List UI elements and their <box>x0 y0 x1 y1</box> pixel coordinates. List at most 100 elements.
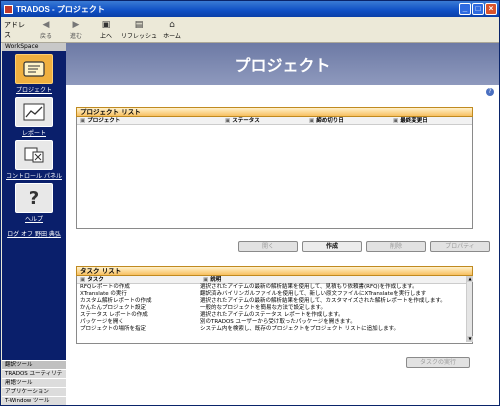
back-label: 戻る <box>39 32 52 40</box>
maximize-button[interactable]: □ <box>472 3 484 15</box>
task-description: 選択されたアイテムの最新の解析結果を使用して、見積もり依頼書(RFQ)を作成しま… <box>200 284 418 290</box>
column-label: 最終変更日 <box>400 118 428 124</box>
task-row[interactable]: RFQレポートの作成 選択されたアイテムの最新の解析結果を使用して、見積もり依頼書… <box>77 284 472 291</box>
project-icon <box>15 54 53 84</box>
column-header-last-modified[interactable]: ▣ 最終変更日 <box>390 117 472 124</box>
column-label: プロジェクト <box>87 118 121 124</box>
tab-t-window-tools[interactable]: T-Window ツール <box>2 396 66 405</box>
task-description: システム内を検索し、既存のプロジェクトをプロジェクト リストに追加します。 <box>200 326 400 332</box>
task-name: ステータス レポートの作成 <box>80 312 148 318</box>
task-name: XTranslate の実行 <box>80 291 127 297</box>
project-list-panel: プロジェクト リスト ▣ プロジェクト ▣ ステータス ▣ 締め切り日 ▣ 最終変更日 <box>76 107 473 229</box>
forward-arrow-icon: ▶ <box>72 19 80 30</box>
control-panel-icon <box>15 140 53 170</box>
task-description: 翻訳済みバイリンガルファイルを使用して、新しい原文ファイルにXTranslate… <box>200 291 427 297</box>
task-list-scrollbar[interactable]: ▲ ▼ <box>466 276 473 342</box>
properties-button[interactable]: プロパティ <box>430 241 490 252</box>
task-description: 一般的なプロジェクトを簡易な方法で設定します。 <box>200 305 326 311</box>
column-header-description[interactable]: ▣ 説明 <box>200 276 472 283</box>
open-button[interactable]: 開く <box>238 241 298 252</box>
create-button[interactable]: 作成 <box>302 241 362 252</box>
sidebar-item-label: レポート <box>21 130 46 137</box>
up-label: 上へ <box>99 32 112 40</box>
project-list-header: ▣ プロジェクト ▣ ステータス ▣ 締め切り日 ▣ 最終変更日 <box>77 117 472 125</box>
task-description: 選択されたアイテムの最新の解析結果を使用して、カスタマイズされた解析レポートを作… <box>200 298 446 304</box>
tab-applications[interactable]: アプリケーション <box>2 387 66 396</box>
task-list-body: ▣ タスク ▣ 説明 RFQレポートの作成選択されたアイテムの最新の解析結果を使用し… <box>76 276 473 344</box>
refresh-icon: ▤ <box>134 19 144 30</box>
back-arrow-icon: ◀ <box>42 19 50 30</box>
scroll-up-icon[interactable]: ▲ <box>467 276 473 282</box>
logout-link[interactable]: ログ オフ 野田 典弘 <box>2 229 66 238</box>
title-bar: TRADOS - プロジェクト _ □ × <box>1 1 499 17</box>
project-list-body: ▣ プロジェクト ▣ ステータス ▣ 締め切り日 ▣ 最終変更日 <box>76 117 473 229</box>
column-label: 締め切り日 <box>316 118 344 124</box>
project-buttons: 開く 作成 削除 プロパティ <box>238 241 490 252</box>
home-button[interactable]: ⌂ ホーム <box>157 18 187 42</box>
help-question-icon: ? <box>15 183 53 213</box>
tab-terminology-tools[interactable]: 用語ツール <box>2 378 66 387</box>
sidebar-bottom-tabs: 翻訳ツール TRADOS ユーティリティ 用語ツール アプリケーション T-Wi… <box>2 360 66 405</box>
task-name: かんたんプロジェクト設定 <box>80 305 147 311</box>
column-header-task[interactable]: ▣ タスク <box>77 276 200 283</box>
column-label: 説明 <box>210 277 222 283</box>
forward-button[interactable]: ▶ 進む <box>61 18 91 42</box>
project-list-title: プロジェクト リスト <box>76 107 473 117</box>
tab-translation-tools[interactable]: 翻訳ツール <box>2 360 66 369</box>
back-button[interactable]: ◀ 戻る <box>31 18 61 42</box>
forward-label: 進む <box>69 32 82 40</box>
task-row[interactable]: かんたんプロジェクト設定 一般的なプロジェクトを簡易な方法で設定します。 <box>77 305 472 312</box>
task-name: RFQレポートの作成 <box>80 284 130 290</box>
main-content: プロジェクト ? プロジェクト リスト ▣ プロジェクト ▣ ステータス ▣ 締め切り… <box>66 43 499 405</box>
page-title: プロジェクト <box>234 56 331 75</box>
task-row[interactable]: パッケージを開く 別のTRADOS ユーザーから受け取ったパッケージを開きます。 <box>77 319 472 326</box>
help-icon[interactable]: ? <box>486 88 494 96</box>
home-icon: ⌂ <box>169 19 175 30</box>
task-description: 選択されたアイテムのステータス レポートを作成します。 <box>200 312 344 318</box>
toolbar: アドレス ◀ 戻る ▶ 進む ▣ 上へ ▤ リフレッシュ ⌂ ホーム <box>1 17 499 43</box>
sidebar: WorkSpace プロジェクト レポート コントロール パネル ? ヘルプ ロ… <box>2 43 66 405</box>
folder-up-icon: ▣ <box>101 19 111 30</box>
task-description: 別のTRADOS ユーザーから受け取ったパッケージを開きます。 <box>200 319 356 325</box>
window-controls: _ □ × <box>459 3 497 15</box>
close-button[interactable]: × <box>485 3 497 15</box>
column-header-deadline[interactable]: ▣ 締め切り日 <box>306 117 390 124</box>
column-header-status[interactable]: ▣ ステータス <box>222 117 306 124</box>
sidebar-item-help[interactable]: ? ヘルプ <box>2 183 66 223</box>
workspace-header: WorkSpace <box>2 43 66 51</box>
sidebar-item-control-panel[interactable]: コントロール パネル <box>2 140 66 180</box>
sidebar-item-label: ヘルプ <box>24 216 43 223</box>
tab-trados-utility[interactable]: TRADOS ユーティリティ <box>2 369 66 386</box>
home-label: ホーム <box>163 32 181 40</box>
up-button[interactable]: ▣ 上へ <box>91 18 121 42</box>
task-name: カスタム解析レポートの作成 <box>80 298 152 304</box>
app-window: TRADOS - プロジェクト _ □ × アドレス ◀ 戻る ▶ 進む ▣ 上… <box>0 0 500 406</box>
refresh-label: リフレッシュ <box>121 32 158 40</box>
refresh-button[interactable]: ▤ リフレッシュ <box>121 18 157 42</box>
report-chart-icon <box>15 97 53 127</box>
task-list-header: ▣ タスク ▣ 説明 <box>77 276 472 284</box>
column-label: ステータス <box>232 118 260 124</box>
task-row[interactable]: カスタム解析レポートの作成 選択されたアイテムの最新の解析結果を使用して、カスタマ… <box>77 298 472 305</box>
run-task-button[interactable]: タスクの実行 <box>406 357 470 368</box>
task-row[interactable]: XTranslate の実行 翻訳済みバイリンガルファイルを使用して、新しい原文フ… <box>77 291 472 298</box>
minimize-button[interactable]: _ <box>459 3 471 15</box>
app-icon <box>4 4 13 14</box>
address-label: アドレス <box>4 20 25 39</box>
sidebar-item-report[interactable]: レポート <box>2 97 66 137</box>
page-banner: プロジェクト <box>66 43 499 85</box>
task-list-title: タスク リスト <box>76 266 473 276</box>
delete-button[interactable]: 削除 <box>366 241 426 252</box>
sidebar-item-project[interactable]: プロジェクト <box>2 54 66 94</box>
window-title: TRADOS - プロジェクト <box>16 4 105 14</box>
task-row[interactable]: プロジェクトの場所を指定 システム内を検索し、既存のプロジェクトをプロジェクト リ… <box>77 326 472 333</box>
sidebar-item-label: プロジェクト <box>15 87 52 94</box>
column-label: タスク <box>87 277 104 283</box>
column-header-project[interactable]: ▣ プロジェクト <box>77 117 222 124</box>
sidebar-item-label: コントロール パネル <box>6 173 62 180</box>
task-list-panel: タスク リスト ▣ タスク ▣ 説明 RFQレポートの作成選択されたアイテムの最新の… <box>76 266 473 344</box>
task-row[interactable]: ステータス レポートの作成 選択されたアイテムのステータス レポートを作成します。 <box>77 312 472 319</box>
scroll-down-icon[interactable]: ▼ <box>467 336 473 342</box>
task-name: パッケージを開く <box>80 319 124 325</box>
task-name: プロジェクトの場所を指定 <box>80 326 147 332</box>
